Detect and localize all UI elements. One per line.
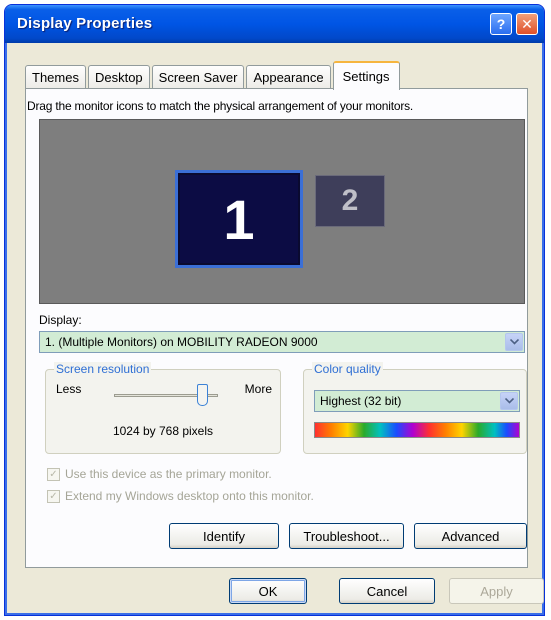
cancel-button[interactable]: Cancel [339,578,435,604]
extend-desktop-label: Extend my Windows desktop onto this moni… [65,489,314,503]
dialog-body: Themes Desktop Screen Saver Appearance S… [9,43,544,611]
check-icon: ✓ [49,468,58,480]
color-quality-select[interactable]: Highest (32 bit) [314,390,520,412]
monitor-1-icon[interactable]: 1 [175,170,303,268]
resolution-value: 1024 by 768 pixels [112,424,214,438]
window-title: Display Properties [17,15,153,32]
monitor-arrangement-area[interactable]: 1 2 [39,119,525,304]
tab-desktop[interactable]: Desktop [87,65,150,89]
troubleshoot-button[interactable]: Troubleshoot... [289,523,404,549]
help-icon: ? [496,16,506,32]
display-label: Display: [39,313,82,327]
color-quality-title: Color quality [312,362,383,376]
resolution-more-label: More [244,382,272,396]
resolution-less-label: Less [56,382,82,396]
advanced-button[interactable]: Advanced [414,523,527,549]
display-select-value: 1. (Multiple Monitors) on MOBILITY RADEO… [45,335,318,349]
close-icon: ✕ [521,16,533,32]
chevron-down-icon[interactable] [500,392,518,410]
check-icon: ✓ [49,490,58,502]
color-quality-group: Color quality Highest (32 bit) [303,362,527,454]
color-quality-value: Highest (32 bit) [320,394,402,408]
title-bar[interactable]: Display Properties ? ✕ [5,5,544,43]
primary-monitor-checkbox-row: ✓ Use this device as the primary monitor… [47,467,272,481]
resolution-slider-thumb[interactable] [196,384,208,406]
tab-appearance[interactable]: Appearance [246,65,331,89]
tab-strip: Themes Desktop Screen Saver Appearance S… [25,61,402,90]
ok-button[interactable]: OK [229,578,307,604]
close-button[interactable]: ✕ [516,13,538,35]
display-properties-window: Display Properties ? ✕ Themes Desktop Sc… [4,4,545,616]
color-spectrum-bar [314,422,520,438]
chevron-down-icon[interactable] [505,333,523,351]
primary-monitor-checkbox[interactable]: ✓ [47,467,60,481]
extend-desktop-checkbox-row: ✓ Extend my Windows desktop onto this mo… [47,489,314,503]
screen-resolution-group: Screen resolution Less More 1024 by 768 … [45,362,281,454]
tab-screen-saver[interactable]: Screen Saver [151,65,245,89]
arrangement-instruction: Drag the monitor icons to match the phys… [27,99,414,113]
tab-settings[interactable]: Settings [332,61,400,90]
screen-resolution-title: Screen resolution [54,362,152,376]
display-select[interactable]: 1. (Multiple Monitors) on MOBILITY RADEO… [39,331,525,353]
apply-button[interactable]: Apply [449,578,544,604]
identify-button[interactable]: Identify [169,523,279,549]
tab-themes[interactable]: Themes [25,65,86,89]
help-button[interactable]: ? [490,13,512,35]
extend-desktop-checkbox[interactable]: ✓ [47,489,60,503]
monitor-2-icon[interactable]: 2 [315,175,385,227]
primary-monitor-label: Use this device as the primary monitor. [65,467,272,481]
